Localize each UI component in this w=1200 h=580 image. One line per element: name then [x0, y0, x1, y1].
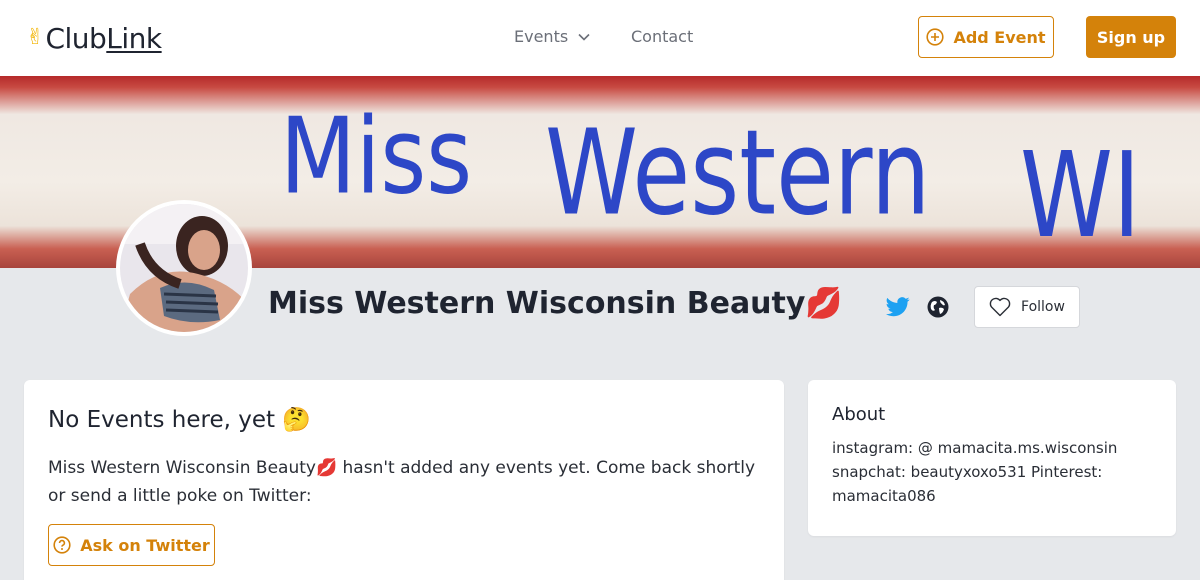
no-events-heading: No Events here, yet 🤔: [48, 407, 311, 433]
question-circle-icon: [53, 536, 71, 554]
no-events-message: Miss Western Wisconsin Beauty💋 hasn't ad…: [48, 458, 756, 506]
add-event-button[interactable]: Add Event: [918, 16, 1054, 58]
nav-events-dropdown[interactable]: Events: [514, 27, 590, 46]
twitter-icon[interactable]: [886, 296, 910, 318]
ask-on-twitter-button[interactable]: Ask on Twitter: [48, 524, 215, 566]
sign-up-button[interactable]: Sign up: [1086, 16, 1176, 58]
clublink-logo[interactable]: ✌ ClubLink: [26, 20, 162, 56]
logo-text: ClubLink: [45, 21, 162, 55]
plus-circle-icon: [926, 28, 945, 46]
events-card: No Events here, yet 🤔 Miss Western Wisco…: [24, 380, 784, 580]
add-event-label: Add Event: [953, 27, 1046, 47]
svg-text:Miss: Miss: [280, 95, 472, 218]
profile-name-heading: Miss Western Wisconsin Beauty💋: [268, 286, 843, 321]
peace-hand-icon: ✌: [26, 25, 45, 50]
globe-website-icon[interactable]: [927, 296, 949, 318]
about-card: About instagram: @ mamacita.ms.wisconsin…: [808, 380, 1176, 536]
about-body-text: instagram: @ mamacita.ms.wisconsin snapc…: [832, 439, 1118, 505]
profile-avatar: [116, 200, 252, 336]
top-navigation-bar: ✌ ClubLink Events Contact Add Event Sign…: [0, 0, 1200, 76]
follow-label: Follow: [1021, 299, 1065, 315]
heart-outline-icon: [989, 297, 1011, 317]
about-heading: About: [832, 404, 886, 425]
svg-text:Western: Western: [545, 105, 930, 242]
nav-contact-link[interactable]: Contact: [631, 27, 693, 46]
chevron-down-icon: [578, 33, 590, 41]
ask-on-twitter-label: Ask on Twitter: [80, 535, 210, 555]
profile-photo: [120, 204, 248, 332]
follow-button[interactable]: Follow: [974, 286, 1080, 328]
nav-events-label: Events: [514, 27, 569, 46]
svg-text:WI: WI: [1020, 128, 1141, 265]
